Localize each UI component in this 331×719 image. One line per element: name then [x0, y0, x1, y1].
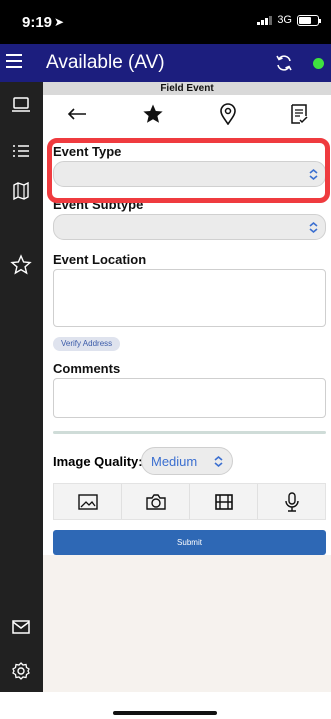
header-title: Available (AV): [46, 52, 165, 73]
status-time: 9:19: [22, 14, 53, 31]
event-location-input[interactable]: [53, 269, 326, 327]
panel-toolbar: [43, 95, 331, 133]
status-bar: 9:19 ➤ 3G: [0, 0, 331, 44]
submit-button[interactable]: Submit: [53, 530, 326, 555]
status-indicators: 3G: [257, 14, 321, 26]
panel-title: Field Event: [43, 82, 331, 95]
laptop-icon[interactable]: [10, 94, 32, 116]
media-attachment-bar: [53, 483, 326, 520]
network-type: 3G: [277, 14, 292, 26]
image-button[interactable]: [54, 484, 122, 519]
chevron-up-down-icon: [214, 455, 223, 468]
app-header: Available (AV): [0, 44, 331, 82]
comments-input[interactable]: [53, 378, 326, 418]
event-subtype-select[interactable]: [53, 214, 326, 240]
battery-icon: [297, 14, 321, 26]
star-outline-icon[interactable]: [10, 254, 32, 276]
microphone-icon: [284, 491, 299, 512]
notes-icon[interactable]: [286, 101, 312, 127]
sidebar: [0, 82, 43, 692]
image-quality-value: Medium: [151, 454, 198, 469]
image-icon: [77, 493, 98, 510]
image-quality-select[interactable]: Medium: [141, 447, 233, 475]
list-icon[interactable]: [10, 140, 32, 162]
camera-button[interactable]: [122, 484, 190, 519]
location-arrow-icon: ➤: [54, 15, 65, 29]
comments-label: Comments: [53, 361, 121, 376]
highlight-annotation: [47, 138, 330, 203]
signal-icon: [257, 15, 273, 25]
settings-icon[interactable]: [10, 660, 32, 682]
location-pin-icon[interactable]: [215, 101, 241, 127]
video-button[interactable]: [190, 484, 258, 519]
mail-icon[interactable]: [10, 616, 32, 638]
sync-icon[interactable]: [274, 53, 294, 73]
verify-address-button[interactable]: Verify Address: [53, 337, 121, 351]
film-icon: [214, 493, 233, 510]
audio-button[interactable]: [258, 484, 325, 519]
back-arrow-icon[interactable]: [64, 101, 90, 127]
camera-icon: [145, 493, 166, 510]
event-location-label: Event Location: [53, 252, 147, 267]
star-icon[interactable]: [140, 101, 166, 127]
home-area: [0, 692, 331, 719]
home-indicator[interactable]: [113, 711, 217, 715]
menu-icon[interactable]: [6, 54, 22, 68]
map-icon[interactable]: [10, 180, 32, 202]
image-quality-label: Image Quality:: [53, 454, 143, 469]
chevron-up-down-icon: [309, 221, 318, 234]
divider: [53, 431, 326, 434]
availability-status-dot: [313, 58, 324, 69]
